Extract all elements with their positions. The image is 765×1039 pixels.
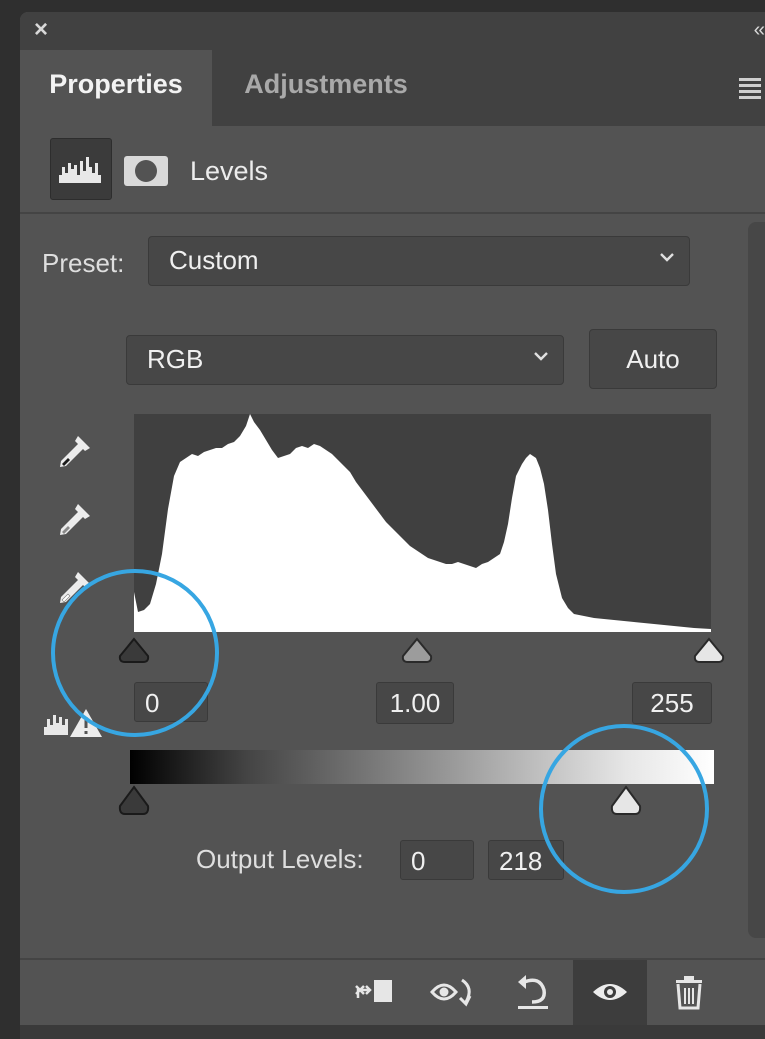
input-gamma-field[interactable]: 1.00 [376,682,454,724]
preset-value: Custom [169,245,259,275]
tab-adjustments[interactable]: Adjustments [216,50,436,126]
trash-icon[interactable] [662,960,716,1025]
preset-label: Preset: [42,248,125,278]
close-icon[interactable]: × [34,18,48,42]
properties-panel: × ‹‹ Properties Adjustments Levels Prese… [20,12,765,1039]
highlight-circle [539,724,709,894]
levels-title: Levels [190,156,269,186]
bottom-toolbar [20,960,765,1025]
collapse-icon[interactable]: ‹‹ [754,18,765,42]
divider [20,212,765,214]
clip-to-layer-icon[interactable] [350,960,404,1025]
chevron-down-icon [533,346,549,367]
output-levels-label: Output Levels: [196,844,364,874]
white-input-slider[interactable] [691,636,727,666]
scrollbar[interactable] [748,222,765,938]
highlight-circle [51,569,219,737]
histogram [134,414,711,632]
auto-button[interactable]: Auto [589,329,717,389]
histogram-icon[interactable] [50,138,112,200]
view-previous-state-icon[interactable] [426,960,480,1025]
panel-topbar: × ‹‹ [20,12,765,50]
chevron-down-icon [659,247,675,268]
output-black-field[interactable]: 0 [400,840,474,880]
tab-properties[interactable]: Properties [20,50,212,126]
levels-header: Levels [20,126,765,212]
panel-footer [20,1025,765,1039]
channel-select[interactable]: RGB [126,335,564,385]
mask-icon[interactable] [124,156,168,186]
tab-bar: Properties Adjustments [20,50,765,126]
reset-icon[interactable] [506,960,560,1025]
gray-point-eyedropper-icon[interactable] [52,498,96,542]
gamma-input-slider[interactable] [399,636,435,666]
histogram-graph [134,414,711,632]
input-white-field[interactable]: 255 [632,682,712,724]
preset-select[interactable]: Custom [148,236,690,286]
channel-value: RGB [147,344,204,374]
menu-icon[interactable] [739,78,761,102]
black-output-slider[interactable] [116,784,152,818]
black-point-eyedropper-icon[interactable] [52,430,96,474]
visibility-eye-icon[interactable] [583,960,637,1025]
